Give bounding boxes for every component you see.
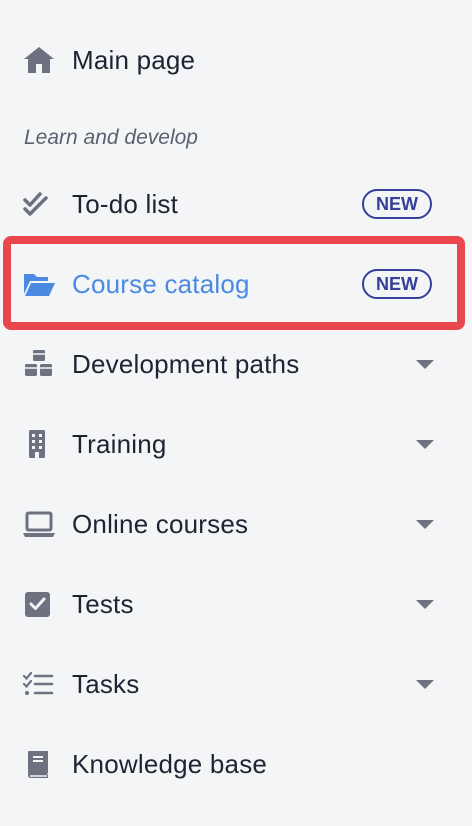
sidebar-item-tests[interactable]: Tests	[0, 574, 472, 634]
chevron-down-icon[interactable]	[416, 679, 434, 689]
home-icon	[22, 42, 58, 78]
sidebar-item-label: Knowledge base	[72, 748, 268, 779]
new-badge: NEW	[362, 189, 432, 219]
sidebar-item-development-paths[interactable]: Development paths	[0, 334, 472, 394]
sidebar-item-training[interactable]: Training	[0, 414, 472, 474]
double-check-icon	[22, 186, 58, 222]
sidebar-item-course-catalog[interactable]: Course catalog NEW	[0, 254, 472, 314]
new-badge: NEW	[362, 269, 432, 299]
sidebar-item-label: Tests	[72, 588, 134, 619]
folder-open-icon	[22, 266, 58, 302]
sidebar-item-label: Online courses	[72, 508, 249, 539]
sidebar-item-label: Main page	[72, 44, 196, 75]
chevron-down-icon[interactable]	[416, 359, 434, 369]
checkbox-icon	[22, 586, 58, 622]
sidebar-item-online-courses[interactable]: Online courses	[0, 494, 472, 554]
section-title: Learn and develop	[24, 126, 198, 149]
chevron-down-icon[interactable]	[416, 519, 434, 529]
chevron-down-icon[interactable]	[416, 599, 434, 609]
sidebar-item-to-do-list[interactable]: To-do list NEW	[0, 174, 472, 234]
checklist-icon	[22, 666, 58, 702]
sidebar: Main page Learn and develop To-do list N…	[0, 0, 472, 826]
sidebar-item-tasks[interactable]: Tasks	[0, 654, 472, 714]
sidebar-item-knowledge-base[interactable]: Knowledge base	[0, 734, 472, 794]
building-icon	[22, 426, 58, 462]
chevron-down-icon[interactable]	[416, 439, 434, 449]
laptop-icon	[22, 506, 58, 542]
cubes-icon	[22, 346, 58, 382]
sidebar-item-label: Tasks	[72, 668, 140, 699]
sidebar-item-label: Course catalog	[72, 268, 250, 299]
sidebar-item-label: To-do list	[72, 188, 179, 219]
book-icon	[22, 746, 58, 782]
sidebar-item-label: Training	[72, 428, 167, 459]
sidebar-item-label: Development paths	[72, 348, 300, 379]
sidebar-item-main-page[interactable]: Main page	[0, 30, 472, 90]
